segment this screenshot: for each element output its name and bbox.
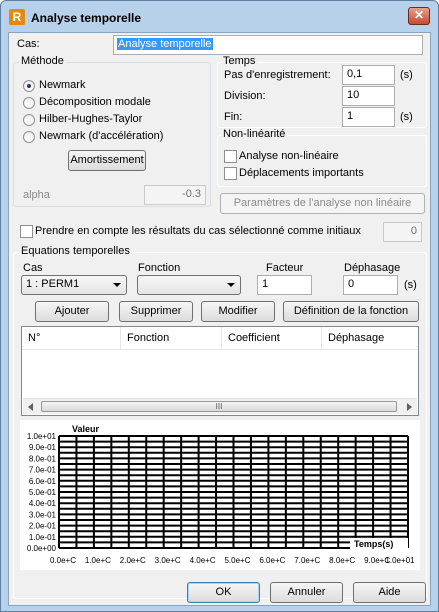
alpha-input[interactable]: -0.3 (144, 185, 206, 205)
eq-fonction-label: Fonction (138, 262, 181, 274)
supprimer-button[interactable]: Supprimer (119, 301, 193, 322)
header-divider (22, 349, 418, 350)
radio-hilber-hughes-taylor[interactable] (23, 114, 35, 126)
prendre-en-compte-label: Prendre en compte les résultats du cas s… (35, 225, 361, 237)
window-title: Analyse temporelle (31, 11, 142, 25)
chart-x-tick-label: 6.0e+C (259, 556, 285, 565)
radio-newmark-label: Newmark (39, 79, 86, 91)
eq-cas-select[interactable]: 1 : PERM1 (21, 275, 127, 295)
analyse-non-lineaire-checkbox[interactable] (224, 150, 237, 163)
chart-y-tick-label: 4.0e-01 (29, 499, 57, 508)
deplacements-importants-label: Déplacements importants (239, 167, 364, 179)
pas-label: Pas d'enregistrement: (224, 69, 331, 81)
chart-x-tick-label: 0.0e+C (50, 556, 76, 565)
ajouter-button[interactable]: Ajouter (35, 301, 109, 322)
chart-x-tick-label: 2.0e+C (120, 556, 146, 565)
time-function-chart: 0.0e+00 1.0e-01 2.0e-01 3.0e-01 4.0e-01 5.0e-… (20, 420, 420, 570)
cas-name-selected-text: Analyse temporelle (117, 38, 213, 50)
scroll-thumb[interactable]: III (41, 401, 397, 412)
chart-x-tick-label: 7.0e+C (294, 556, 320, 565)
close-button[interactable]: ✕ (408, 7, 430, 25)
chart-y-tick-label: 2.0e-01 (29, 522, 57, 531)
cas-name-input[interactable]: Analyse temporelle (113, 35, 423, 55)
radio-decomposition-modale-label: Décomposition modale (39, 96, 151, 108)
equations-table[interactable]: N° Fonction Coefficient Déphasage III (21, 326, 419, 416)
parametres-non-lineaire-button[interactable]: Paramètres de l'analyse non linéaire (220, 193, 425, 214)
robot-logo-icon: R (9, 9, 25, 25)
eq-fonction-select[interactable] (137, 275, 241, 295)
annuler-button[interactable]: Annuler (270, 582, 343, 603)
prendre-en-compte-checkbox[interactable] (20, 225, 33, 238)
chart-x-tick-label: 1.0e+01 (385, 556, 415, 565)
ok-button[interactable]: OK (187, 582, 260, 603)
chevron-down-icon (227, 283, 235, 287)
pas-input[interactable]: 0,1 (342, 65, 395, 85)
chart-x-tick-label: 4.0e+C (190, 556, 216, 565)
analyse-non-lineaire-label: Analyse non-linéaire (239, 150, 339, 162)
radio-decomposition-modale[interactable] (23, 97, 35, 109)
deplacements-importants-checkbox[interactable] (224, 167, 237, 180)
chevron-down-icon (113, 283, 121, 287)
division-input[interactable]: 10 (342, 86, 395, 106)
chart-y-tick-label: 8.0e-01 (29, 454, 57, 463)
methode-title: Méthode (19, 55, 66, 67)
non-linearite-title: Non-linéarité (221, 128, 288, 140)
chart-svg: 0.0e+00 1.0e-01 2.0e-01 3.0e-01 4.0e-01 5.0e-… (27, 424, 415, 565)
fin-input[interactable]: 1 (342, 107, 395, 127)
radio-hilber-hughes-taylor-label: Hilber-Hughes-Taylor (39, 113, 143, 125)
chart-y-tick-label: 7.0e-01 (29, 466, 57, 475)
chart-y-tick-label: 9.0e-01 (29, 443, 57, 452)
dialog-window: R Analyse temporelle ✕ Cas: Analyse temp… (0, 0, 439, 612)
equations-title: Equations temporelles (19, 245, 132, 257)
chart-x-tick-label: 1.0e+C (85, 556, 111, 565)
title-bar[interactable]: R Analyse temporelle ✕ (1, 1, 438, 31)
aide-button[interactable]: Aide (353, 582, 426, 603)
chart-x-tick-label: 5.0e+C (224, 556, 250, 565)
chart-x-axis-label: Temps(s) (354, 539, 393, 549)
radio-newmark-acceleration[interactable] (23, 131, 35, 143)
chart-y-tick-label: 1.0e+01 (27, 432, 57, 441)
cas-label: Cas: (17, 38, 40, 50)
chart-y-tick-label: 1.0e-01 (29, 533, 57, 542)
chart-y-tick-label: 3.0e-01 (29, 510, 57, 519)
definition-fonction-button[interactable]: Définition de la fonction (283, 301, 419, 322)
radio-newmark[interactable] (23, 80, 35, 92)
chart-y-tick-label: 0.0e+00 (27, 544, 57, 553)
chart-x-tick-label: 3.0e+C (155, 556, 181, 565)
chart-x-tick-label: 8.0e+C (329, 556, 355, 565)
scroll-left-icon[interactable] (28, 403, 33, 411)
fin-unit: (s) (400, 111, 413, 123)
radio-newmark-acceleration-label: Newmark (d'accélération) (39, 130, 164, 142)
eq-facteur-input[interactable]: 1 (257, 275, 312, 295)
fin-label: Fin: (224, 111, 243, 123)
dialog-client-area: Cas: Analyse temporelle Méthode Newmark … (8, 32, 431, 606)
alpha-label: alpha (23, 189, 50, 201)
modifier-button[interactable]: Modifier (201, 301, 275, 322)
column-header-numero[interactable]: N° (22, 327, 121, 349)
chart-y-tick-label: 5.0e-01 (29, 488, 57, 497)
eq-facteur-label: Facteur (266, 262, 304, 274)
division-label: Division: (224, 90, 266, 102)
eq-dephasage-unit: (s) (404, 279, 417, 291)
pas-unit: (s) (400, 69, 413, 81)
eq-dephasage-input[interactable]: 0 (343, 275, 398, 295)
chart-y-axis-label: Valeur (72, 424, 100, 434)
eq-dephasage-label: Déphasage (344, 262, 401, 274)
temps-title: Temps (221, 55, 258, 67)
scroll-right-icon[interactable] (407, 403, 412, 411)
eq-cas-label: Cas (23, 262, 43, 274)
amortissement-button[interactable]: Amortissement (68, 150, 146, 171)
column-header-coefficient[interactable]: Coefficient (222, 327, 322, 349)
eq-cas-value: 1 : PERM1 (26, 278, 80, 290)
table-horizontal-scrollbar[interactable]: III (23, 398, 417, 414)
prendre-en-compte-input[interactable]: 0 (383, 222, 422, 242)
column-header-fonction[interactable]: Fonction (121, 327, 222, 349)
column-header-dephasage[interactable]: Déphasage (322, 327, 418, 349)
chart-y-tick-label: 6.0e-01 (29, 477, 57, 486)
